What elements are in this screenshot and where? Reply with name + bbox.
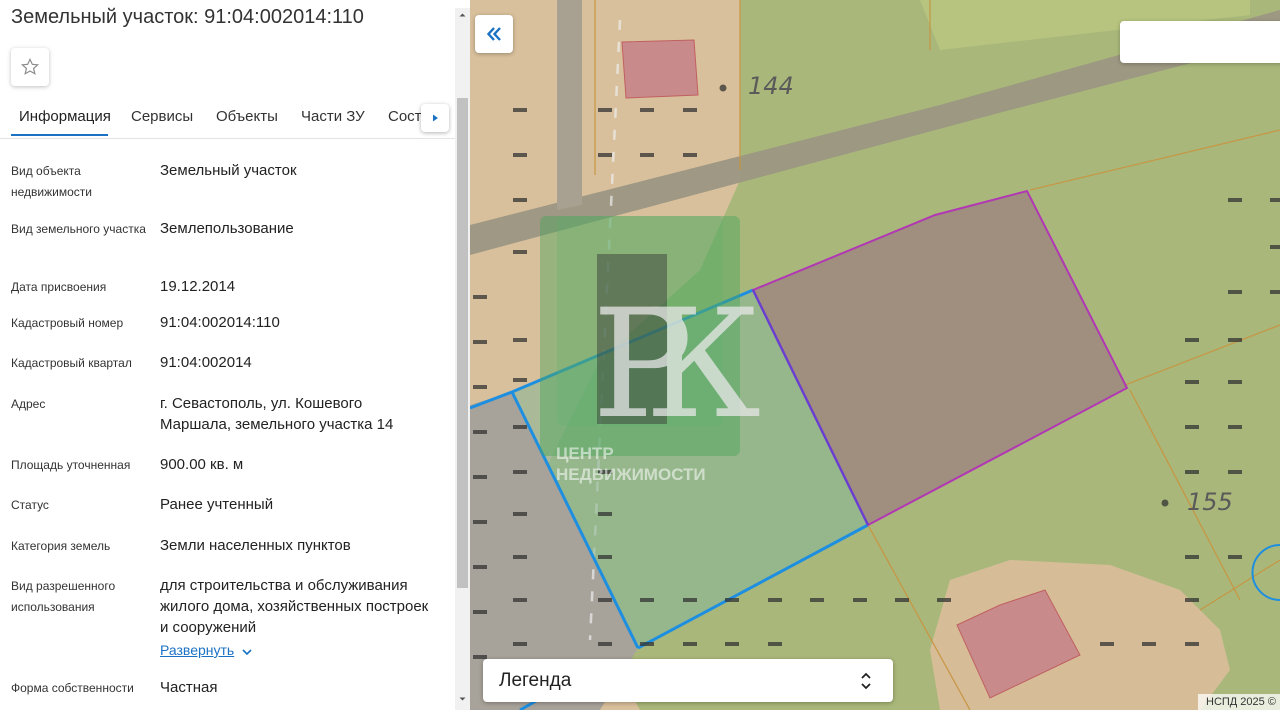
map-search-input[interactable] [1120,21,1280,63]
tab-information[interactable]: Информация [19,108,111,125]
field-label-object-type: Вид объекта недвижимости [11,164,92,199]
field-value-ownership: Частная [160,679,218,696]
caret-right-icon [433,114,438,122]
field-label-area: Площадь уточненная [11,458,131,472]
parcel-number-label: 155 [1187,488,1233,516]
double-chevron-left-icon [486,27,501,41]
chevron-down-icon[interactable] [241,647,253,657]
tab-parcel-parts[interactable]: Части ЗУ [301,108,365,125]
chevron-up-down-icon [861,672,871,690]
field-value-parcel-type: Землепользование [160,220,294,237]
tab-objects[interactable]: Объекты [216,108,278,125]
favorite-button[interactable] [11,48,49,86]
field-label-assign-date: Дата присвоения [11,280,107,294]
field-value-land-category: Земли населенных пунктов [160,537,351,554]
scroll-up-arrow-icon[interactable] [457,10,468,20]
field-label-status: Статус [11,498,49,512]
map-canvas[interactable]: РК [470,0,1280,710]
field-value-assign-date: 19.12.2014 [160,278,236,295]
tabs-scroll-right-button[interactable] [421,104,449,132]
field-label-ownership: Форма собственности [11,681,134,695]
field-value-cadastral-number: 91:04:002014:110 [160,314,280,331]
info-panel: Земельный участок: 91:04:002014:110 Инфо… [0,0,470,710]
map-view[interactable]: РК 144 155 [470,0,1280,710]
field-value-permitted-use: для строительства и обслуживания жилого … [160,577,429,636]
tab-bar: Информация Сервисы Объекты Части ЗУ Сост… [0,100,455,139]
field-label-land-category: Категория земель [11,539,111,553]
path [557,0,582,210]
star-icon [20,57,40,75]
field-value-cadastral-quarter: 91:04:002014 [160,354,252,371]
scrollbar-thumb[interactable] [457,98,468,588]
active-tab-indicator [11,134,108,136]
watermark-line: ЦЕНТР [556,444,614,463]
field-value-object-type: Земельный участок [160,162,297,179]
field-label-parcel-type: Вид земельного участка [11,222,146,236]
legend-label: Легенда [499,670,572,691]
legend-selector[interactable]: Легенда [483,659,893,702]
map-copyright: НСПД 2025 © [1198,694,1280,710]
tab-services[interactable]: Сервисы [131,108,193,125]
field-label-permitted-use: Вид разрешенного использования [11,579,116,614]
scroll-down-arrow-icon[interactable] [457,694,468,704]
parcel-number-label: 144 [748,72,794,100]
field-value-area: 900.00 кв. м [160,456,244,473]
field-value-address: г. Севастополь, ул. Кошевого Маршала, зе… [160,395,394,433]
building [621,39,699,99]
field-label-cadastral-number: Кадастровый номер [11,316,124,330]
expand-link[interactable]: Развернуть [160,642,234,658]
field-value-status: Ранее учтенный [160,496,274,513]
field-label-address: Адрес [11,397,46,411]
collapse-panel-button[interactable] [475,15,513,53]
page-title: Земельный участок: 91:04:002014:110 [11,6,364,28]
watermark-line: НЕДВИЖИМОСТИ [556,465,706,484]
field-label-cadastral-quarter: Кадастровый квартал [11,356,132,370]
watermark-text: ЦЕНТР НЕДВИЖИМОСТИ [556,443,706,485]
